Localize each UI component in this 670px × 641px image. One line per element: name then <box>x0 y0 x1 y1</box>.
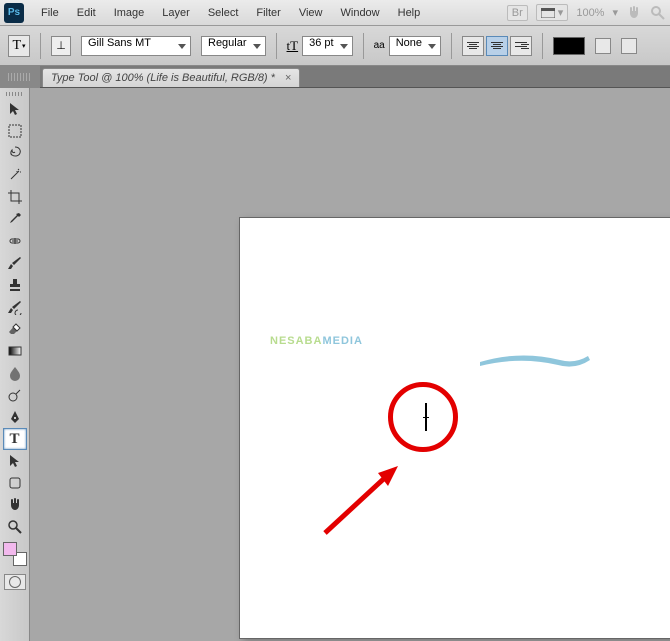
anti-alias-control: aa None <box>374 36 441 56</box>
gradient-tool[interactable] <box>3 340 27 362</box>
close-tab-button[interactable]: × <box>285 72 291 84</box>
wand-tool[interactable] <box>3 164 27 186</box>
zoom-tool[interactable] <box>3 516 27 538</box>
marquee-tool[interactable] <box>3 120 27 142</box>
separator <box>542 33 543 59</box>
brush-tool[interactable] <box>3 252 27 274</box>
zoom-level[interactable]: 100% <box>576 7 604 19</box>
anti-alias-icon: aa <box>374 40 385 51</box>
workspace: NESABAMEDIA <box>40 88 670 641</box>
separator <box>276 33 277 59</box>
move-tool[interactable] <box>3 98 27 120</box>
separator <box>451 33 452 59</box>
menu-view[interactable]: View <box>290 3 332 23</box>
foreground-color[interactable] <box>3 542 17 556</box>
color-swatches[interactable] <box>3 542 27 566</box>
tools-panel: T <box>0 88 30 641</box>
align-left-button[interactable] <box>462 36 484 56</box>
align-center-button[interactable] <box>486 36 508 56</box>
shape-tool[interactable] <box>3 472 27 494</box>
healing-tool[interactable] <box>3 230 27 252</box>
options-bar: T▾ ⊥ Gill Sans MT Regular tT 36 pt aa No… <box>0 26 670 66</box>
menu-image[interactable]: Image <box>105 3 154 23</box>
watermark-text: NESABAMEDIA <box>270 318 363 352</box>
document-tab-title: Type Tool @ 100% (Life is Beautiful, RGB… <box>51 72 275 84</box>
blur-tool[interactable] <box>3 362 27 384</box>
path-select-tool[interactable] <box>3 450 27 472</box>
document-tab[interactable]: Type Tool @ 100% (Life is Beautiful, RGB… <box>42 68 300 87</box>
text-align-group <box>462 36 532 56</box>
align-right-button[interactable] <box>510 36 532 56</box>
eraser-tool[interactable] <box>3 318 27 340</box>
font-size-control: tT 36 pt <box>287 36 353 56</box>
character-panel-button[interactable] <box>621 38 637 54</box>
menu-edit[interactable]: Edit <box>68 3 105 23</box>
crop-tool[interactable] <box>3 186 27 208</box>
bridge-launch-button[interactable]: Br <box>507 5 528 21</box>
warp-text-button[interactable] <box>595 38 611 54</box>
app-logo: Ps <box>4 3 24 23</box>
stamp-tool[interactable] <box>3 274 27 296</box>
font-size-select[interactable]: 36 pt <box>302 36 352 56</box>
history-brush-tool[interactable] <box>3 296 27 318</box>
menu-select[interactable]: Select <box>199 3 248 23</box>
separator <box>363 33 364 59</box>
separator <box>40 33 41 59</box>
tabbar-grip[interactable] <box>0 66 40 88</box>
pen-tool[interactable] <box>3 406 27 428</box>
eyedropper-tool[interactable] <box>3 208 27 230</box>
menu-window[interactable]: Window <box>332 3 389 23</box>
current-tool-indicator[interactable]: T▾ <box>8 35 30 57</box>
quick-mask-button[interactable] <box>4 574 26 590</box>
type-tool[interactable]: T <box>3 428 27 450</box>
hand-tool[interactable] <box>3 494 27 516</box>
menu-help[interactable]: Help <box>389 3 430 23</box>
font-family-select[interactable]: Gill Sans MT <box>81 36 191 56</box>
menu-layer[interactable]: Layer <box>153 3 199 23</box>
font-size-icon: tT <box>287 38 299 54</box>
text-color-swatch[interactable] <box>553 37 585 55</box>
document-canvas[interactable]: NESABAMEDIA <box>240 218 670 638</box>
menu-file[interactable]: File <box>32 3 68 23</box>
lasso-tool[interactable] <box>3 142 27 164</box>
search-icon[interactable] <box>650 5 666 21</box>
font-style-select[interactable]: Regular <box>201 36 266 56</box>
annotation-circle <box>388 382 458 452</box>
menu-filter[interactable]: Filter <box>247 3 289 23</box>
annotation-arrow <box>320 458 410 538</box>
toolbar-grip[interactable] <box>0 90 29 98</box>
menu-bar-right: Br ▾ 100%▾ <box>507 4 666 21</box>
screen-mode-button[interactable]: ▾ <box>536 4 569 21</box>
text-orientation-button[interactable]: ⊥ <box>51 36 71 56</box>
document-tab-bar: Type Tool @ 100% (Life is Beautiful, RGB… <box>0 66 670 88</box>
anti-alias-select[interactable]: None <box>389 36 441 56</box>
dodge-tool[interactable] <box>3 384 27 406</box>
hand-icon[interactable] <box>626 5 642 21</box>
watermark-swoosh <box>480 350 590 370</box>
menu-bar: Ps File Edit Image Layer Select Filter V… <box>0 0 670 26</box>
